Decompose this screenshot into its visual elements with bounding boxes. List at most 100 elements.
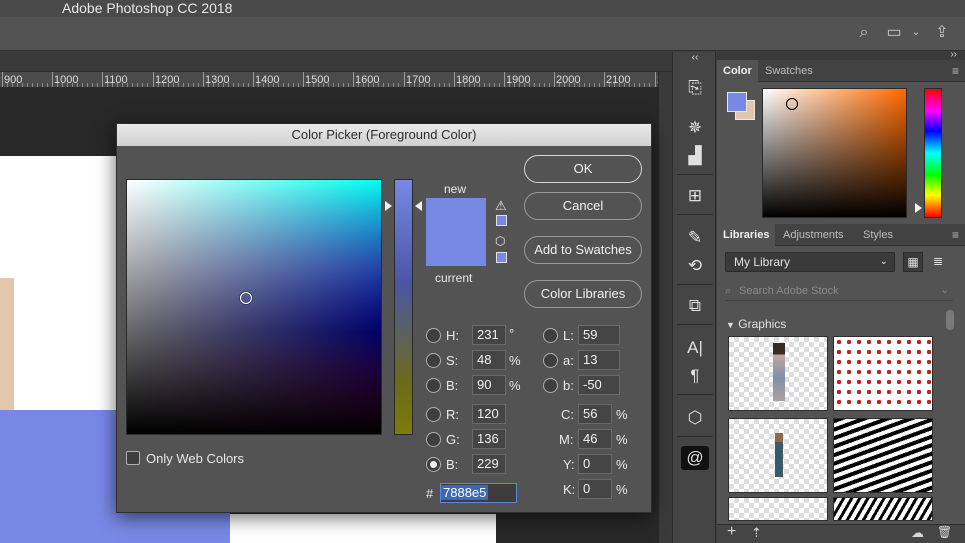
collapse-icon[interactable]: ‹‹ xyxy=(681,52,709,64)
upload-icon[interactable]: ⇡ xyxy=(751,525,762,541)
hue-radio[interactable] xyxy=(426,328,441,343)
chevron-down-icon[interactable]: ⌄ xyxy=(906,23,926,43)
share-icon[interactable]: ⇪ xyxy=(932,23,952,43)
green-radio[interactable] xyxy=(426,432,441,447)
red-radio[interactable] xyxy=(426,407,441,422)
ruler-minor-tick xyxy=(298,83,299,87)
library-scrollbar-thumb[interactable] xyxy=(946,310,954,330)
web-safe-color-swatch[interactable] xyxy=(496,252,507,263)
hue-slider-handle[interactable] xyxy=(915,203,922,213)
add-icon[interactable]: + xyxy=(727,523,736,541)
ruler-minor-tick xyxy=(268,83,269,87)
brightness-radio[interactable] xyxy=(426,378,441,393)
ruler-label: 2000 xyxy=(556,74,581,86)
library-graphic-thumbnail[interactable] xyxy=(833,418,933,493)
character-icon[interactable]: A| xyxy=(681,336,709,360)
creative-cloud-icon[interactable]: @ xyxy=(681,446,709,470)
ruler-minor-tick xyxy=(434,83,435,87)
info-icon[interactable]: ⊞ xyxy=(681,184,709,208)
lab-b-radio[interactable] xyxy=(543,378,558,393)
saturation-radio[interactable] xyxy=(426,353,441,368)
library-graphic-thumbnail[interactable] xyxy=(833,336,933,411)
gamut-color-swatch[interactable] xyxy=(496,215,507,226)
history-icon[interactable]: ⎘ xyxy=(681,76,709,100)
brush-icon[interactable]: ✎ xyxy=(681,226,709,250)
paragraph-icon[interactable]: ¶ xyxy=(681,364,709,388)
tab-color[interactable]: Color xyxy=(717,60,758,82)
workspace-icon[interactable]: ▭ xyxy=(884,23,904,43)
library-graphic-thumbnail[interactable] xyxy=(728,497,828,521)
hex-field[interactable]: 7888e5 xyxy=(440,483,517,503)
ruler-minor-tick xyxy=(398,83,399,87)
magenta-field[interactable]: 46 xyxy=(578,429,612,449)
library-graphic-thumbnail[interactable] xyxy=(728,418,828,493)
hue-field[interactable]: 231 xyxy=(472,325,506,345)
library-graphic-thumbnail[interactable] xyxy=(833,497,933,521)
tab-styles[interactable]: Styles xyxy=(857,224,899,246)
only-web-colors-checkbox[interactable] xyxy=(126,451,140,465)
lab-b-field[interactable]: -50 xyxy=(578,375,620,395)
color-field-cursor[interactable] xyxy=(240,292,252,304)
clone-source-icon[interactable]: ⧉ xyxy=(681,294,709,318)
ruler-minor-tick xyxy=(619,83,620,87)
red-field[interactable]: 120 xyxy=(472,404,506,424)
brightness-slider[interactable] xyxy=(394,179,413,435)
new-color-swatch xyxy=(426,198,486,232)
lightness-field[interactable]: 59 xyxy=(578,325,620,345)
slider-handle-right[interactable] xyxy=(415,201,422,211)
panel-menu-icon[interactable]: ≡ xyxy=(952,64,959,78)
creative-cloud-sync-icon[interactable]: ☁ xyxy=(911,525,924,541)
library-graphic-thumbnail[interactable] xyxy=(728,336,828,411)
current-color-swatch[interactable] xyxy=(426,232,486,266)
cube-icon[interactable]: ⬡ xyxy=(495,234,505,248)
blue-radio[interactable] xyxy=(426,457,441,472)
ruler-minor-tick xyxy=(47,83,48,87)
3d-icon[interactable]: ⬡ xyxy=(681,406,709,430)
ok-button[interactable]: OK xyxy=(524,155,642,183)
blue-field[interactable]: 229 xyxy=(472,454,506,474)
panel-menu-icon[interactable]: ≡ xyxy=(952,228,959,242)
grid-view-icon[interactable]: ▦ xyxy=(903,252,923,272)
tab-swatches[interactable]: Swatches xyxy=(759,60,819,82)
stock-search-input[interactable]: ⌕ Search Adobe Stock ⌄ xyxy=(725,281,953,301)
histogram-icon[interactable]: ▟ xyxy=(681,144,709,168)
search-icon[interactable]: ⌕ xyxy=(854,23,874,43)
green-field[interactable]: 136 xyxy=(472,429,506,449)
ruler-label: 1400 xyxy=(255,74,280,86)
collapse-icon[interactable]: ›› xyxy=(950,49,957,60)
list-view-icon[interactable]: ≣ xyxy=(928,252,948,272)
ruler-minor-tick xyxy=(17,83,18,87)
brightness-field[interactable]: 90 xyxy=(472,375,506,395)
library-select[interactable]: My Library ⌄ xyxy=(725,252,895,272)
lab-a-field[interactable]: 13 xyxy=(578,350,620,370)
ruler-minor-tick xyxy=(12,83,13,87)
trash-icon[interactable]: 🗑 xyxy=(937,525,952,539)
tab-libraries[interactable]: Libraries xyxy=(717,224,776,246)
ruler-minor-tick xyxy=(589,83,590,87)
cyan-field[interactable]: 56 xyxy=(578,404,612,424)
add-to-swatches-button[interactable]: Add to Swatches xyxy=(524,236,642,264)
library-footer: + ⇡ ☁ 🗑 xyxy=(717,523,965,543)
color-panel-field[interactable] xyxy=(762,88,907,218)
cancel-button[interactable]: Cancel xyxy=(524,192,642,220)
black-field[interactable]: 0 xyxy=(578,479,612,499)
yellow-field[interactable]: 0 xyxy=(578,454,612,474)
color-panel-hue-slider[interactable] xyxy=(924,88,942,218)
foreground-color-swatch[interactable] xyxy=(727,92,747,112)
tab-adjustments[interactable]: Adjustments xyxy=(777,224,850,246)
saturation-field[interactable]: 48 xyxy=(472,350,506,370)
ruler-minor-tick xyxy=(499,83,500,87)
brush-settings-icon[interactable]: ⟲ xyxy=(681,254,709,278)
color-libraries-button[interactable]: Color Libraries xyxy=(524,280,642,308)
lightness-radio[interactable] xyxy=(543,328,558,343)
saturation-brightness-field[interactable] xyxy=(126,179,382,435)
ruler-label: 2100 xyxy=(606,74,631,86)
ruler-label: 1200 xyxy=(155,74,180,86)
gamut-warning-icon[interactable]: ⚠ xyxy=(495,198,507,214)
ruler-minor-tick xyxy=(579,83,580,87)
navigator-icon[interactable]: ✵ xyxy=(681,116,709,140)
slider-handle-left[interactable] xyxy=(385,201,392,211)
vertical-scrollbar[interactable] xyxy=(658,72,672,543)
lab-a-radio[interactable] xyxy=(543,353,558,368)
graphics-section-header[interactable]: ▼ Graphics xyxy=(726,317,786,331)
